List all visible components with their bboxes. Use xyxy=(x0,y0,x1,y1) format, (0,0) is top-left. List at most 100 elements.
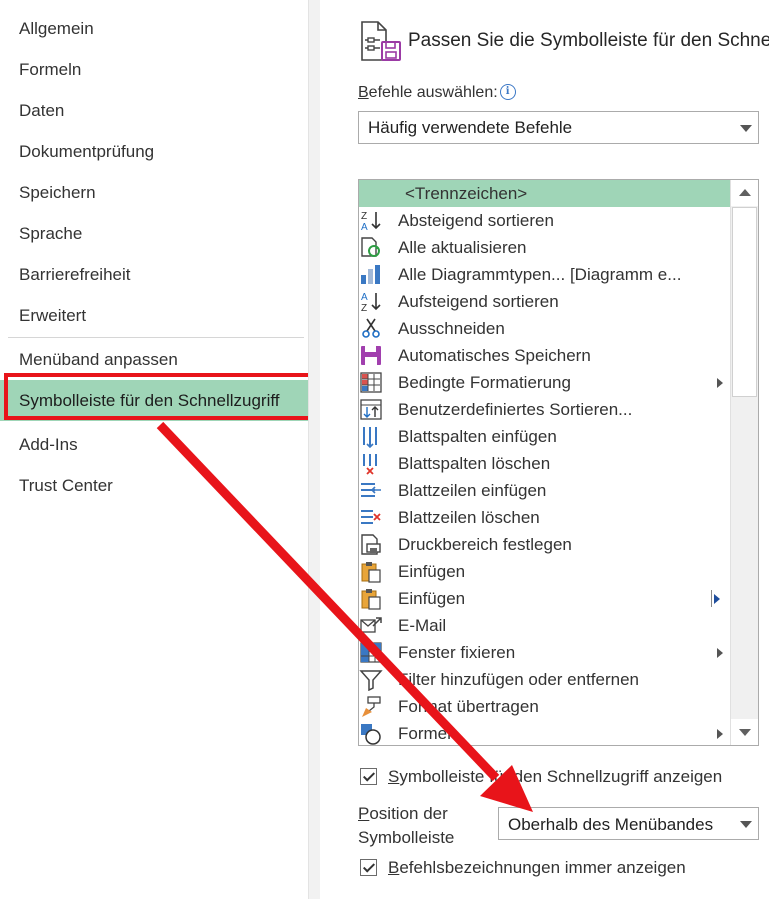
list-item-label: Automatisches Speichern xyxy=(398,346,591,365)
list-item-label: Benutzerdefiniertes Sortieren... xyxy=(398,400,633,419)
paste-icon xyxy=(361,589,381,610)
chevron-down-icon xyxy=(740,820,752,828)
list-scrollbar[interactable] xyxy=(730,180,758,745)
always-show-labels-label[interactable]: Befehlsbezeichnungen immer anzeigen xyxy=(388,858,686,878)
list-item-label: Absteigend sortieren xyxy=(398,211,554,230)
nav-item-symbolleiste-schnellzugriff[interactable]: Symbolleiste für den Schnellzugriff xyxy=(0,380,308,421)
list-item-separator[interactable]: <Trennzeichen> xyxy=(359,180,730,207)
svg-text:A: A xyxy=(361,222,368,232)
scroll-up-button[interactable] xyxy=(731,180,758,206)
sort-ascending-icon: AZ xyxy=(361,292,381,313)
list-item-label: Einfügen xyxy=(398,589,466,608)
email-icon xyxy=(360,617,382,633)
chart-types-icon xyxy=(361,265,380,284)
nav-item-speichern[interactable]: Speichern xyxy=(0,176,308,210)
sort-descending-icon: ZA xyxy=(361,211,381,232)
nav-item-dokumentpruefung[interactable]: Dokumentprüfung xyxy=(0,135,308,169)
list-item-label: Bedingte Formatierung xyxy=(398,373,571,392)
list-item-label: Alle aktualisieren xyxy=(398,238,527,257)
custom-sort-icon xyxy=(360,399,382,420)
paste-icon xyxy=(361,562,381,583)
filter-icon xyxy=(359,670,383,691)
scrollbar-thumb[interactable] xyxy=(732,207,757,397)
split-divider xyxy=(711,590,712,607)
nav-item-menueband-anpassen[interactable]: Menüband anpassen xyxy=(0,343,308,377)
commands-list[interactable]: <Trennzeichen> Z A Absteigend sortieren Alle… xyxy=(358,179,759,746)
nav-item-sprache[interactable]: Sprache xyxy=(0,217,308,251)
list-item[interactable]: Alle aktualisieren xyxy=(359,234,730,261)
customize-qat-panel: Passen Sie die Symbolleiste für den Schn… xyxy=(320,0,769,899)
nav-item-barrierefreiheit[interactable]: Barrierefreiheit xyxy=(0,258,308,292)
quick-access-customize-icon xyxy=(361,21,401,61)
list-item[interactable]: Benutzerdefiniertes Sortieren... xyxy=(359,396,730,423)
list-item[interactable]: Druckbereich festlegen xyxy=(359,531,730,558)
svg-text:A: A xyxy=(361,292,368,303)
submenu-arrow-icon xyxy=(717,729,723,739)
insert-columns-icon xyxy=(363,427,377,448)
list-item-label: E-Mail xyxy=(398,616,447,635)
svg-text:Z: Z xyxy=(361,211,367,222)
list-item-label: Alle Diagrammtypen... [Diagramm e... xyxy=(398,265,682,284)
qat-position-dropdown[interactable]: Oberhalb des Menübandes xyxy=(498,807,759,840)
shapes-icon xyxy=(361,724,381,745)
nav-item-daten[interactable]: Daten xyxy=(0,94,308,128)
list-item[interactable]: Einfügen xyxy=(359,558,730,585)
nav-divider xyxy=(8,337,304,338)
list-item[interactable]: Blattspalten einfügen xyxy=(359,423,730,450)
options-navigation: Allgemein Formeln Daten Dokumentprüfung … xyxy=(0,0,316,899)
show-qat-label[interactable]: Symbolleiste für den Schnellzugriff anze… xyxy=(388,767,722,787)
nav-item-erweitert[interactable]: Erweitert xyxy=(0,299,308,333)
scroll-down-button[interactable] xyxy=(731,719,758,745)
list-item[interactable]: Z A Absteigend sortieren xyxy=(359,207,730,234)
qat-position-value: Oberhalb des Menübandes xyxy=(508,815,714,834)
commands-source-value: Häufig verwendete Befehle xyxy=(368,118,573,137)
list-item-label: Formen xyxy=(398,724,457,743)
delete-columns-icon xyxy=(363,454,377,475)
list-item[interactable]: Formen xyxy=(359,720,730,745)
autosave-icon xyxy=(361,346,381,365)
commands-source-label: Befehle auswählen: i xyxy=(358,84,516,102)
refresh-all-icon xyxy=(361,237,380,257)
list-item[interactable]: Ausschneiden xyxy=(359,315,730,342)
panel-divider xyxy=(308,0,320,899)
nav-item-allgemein[interactable]: Allgemein xyxy=(0,12,308,46)
list-item-label: Blattzeilen löschen xyxy=(398,508,540,527)
list-item[interactable]: Filter hinzufügen oder entfernen xyxy=(359,666,730,693)
list-item[interactable]: Blattspalten löschen xyxy=(359,450,730,477)
list-item-label: Einfügen xyxy=(398,562,466,581)
list-item[interactable]: Blattzeilen einfügen xyxy=(359,477,730,504)
list-item[interactable]: Format übertragen xyxy=(359,693,730,720)
list-item[interactable]: A Z Aufsteigend sortieren xyxy=(359,288,730,315)
always-show-labels-checkbox[interactable] xyxy=(360,859,377,876)
list-item-label: Format übertragen xyxy=(398,697,539,716)
list-item[interactable]: Fenster fixieren xyxy=(359,639,730,666)
nav-item-add-ins[interactable]: Add-Ins xyxy=(0,428,308,462)
list-item[interactable]: Einfügen xyxy=(359,585,730,612)
show-qat-checkbox[interactable] xyxy=(360,768,377,785)
nav-item-formeln[interactable]: Formeln xyxy=(0,53,308,87)
scissors-icon xyxy=(362,318,380,338)
nav-item-trust-center[interactable]: Trust Center xyxy=(0,469,308,503)
list-item-label: Blattspalten einfügen xyxy=(398,427,557,446)
chevron-down-icon xyxy=(740,124,752,132)
list-item[interactable]: Alle Diagrammtypen... [Diagramm e... xyxy=(359,261,730,288)
delete-rows-icon xyxy=(361,510,381,524)
list-item-label: Ausschneiden xyxy=(398,319,505,338)
submenu-arrow-icon xyxy=(717,378,723,388)
svg-text:Z: Z xyxy=(361,303,367,313)
split-arrow-icon xyxy=(714,594,720,604)
list-item-label: Blattspalten löschen xyxy=(398,454,551,473)
list-item-label: Fenster fixieren xyxy=(398,643,516,662)
submenu-arrow-icon xyxy=(717,648,723,658)
list-item[interactable]: Automatisches Speichern xyxy=(359,342,730,369)
page-title: Passen Sie die Symbolleiste für den Schn… xyxy=(408,30,769,51)
print-area-icon xyxy=(361,534,381,555)
list-item[interactable]: Bedingte Formatierung xyxy=(359,369,730,396)
list-item[interactable]: Blattzeilen löschen xyxy=(359,504,730,531)
list-item[interactable]: E-Mail xyxy=(359,612,730,639)
info-icon[interactable]: i xyxy=(499,84,516,100)
qat-position-label: Position der Symbolleiste xyxy=(358,804,455,847)
list-item-label: Blattzeilen einfügen xyxy=(398,481,547,500)
commands-source-dropdown[interactable]: Häufig verwendete Befehle xyxy=(358,111,759,144)
list-item-label: Filter hinzufügen oder entfernen xyxy=(398,670,639,689)
